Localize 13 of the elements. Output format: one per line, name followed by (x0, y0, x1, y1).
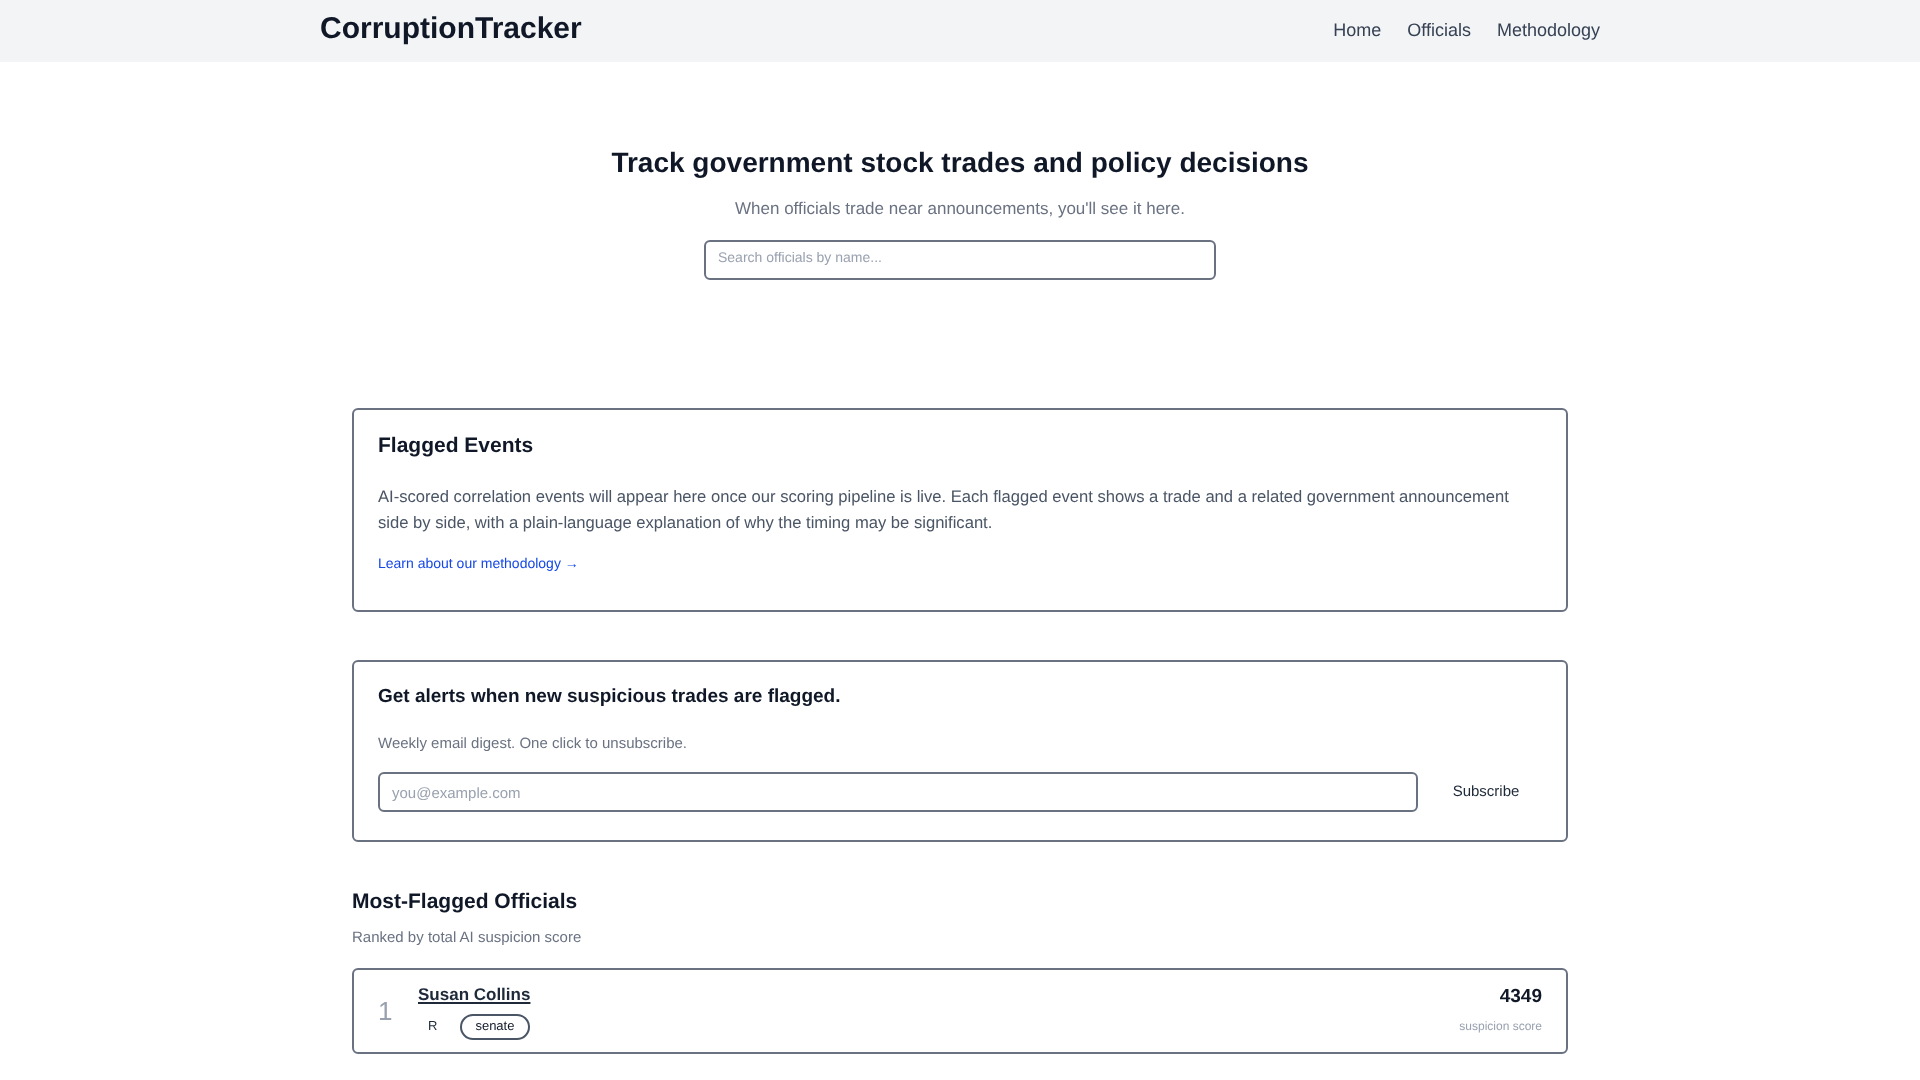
score-value: 4349 (1499, 984, 1542, 1013)
rank-number: 1 (378, 993, 395, 1030)
card-title: Get alerts when new suspicious trades are flagged. (378, 683, 843, 711)
nav-link[interactable]: Home (1333, 17, 1382, 45)
nav-link[interactable]: Methodology (1496, 17, 1600, 45)
hero-title: Track government stock trades and policy decisions (611, 144, 1309, 182)
section-title: Most-Flagged Officials (352, 888, 580, 918)
site-logo[interactable]: CorruptionTracker (320, 8, 582, 54)
hero-subtitle: When officials trade near announcements, you'll see it here. (735, 196, 1185, 222)
card-description: AI-scored correlation events will appear here once our scoring pipeline is live. Each flagged event shows a trade and a related government announcement side by side, with a plain-language explanation of why the timing may be significant. (378, 483, 1511, 535)
card-title: Flagged Events (378, 431, 536, 462)
nav-link[interactable]: Officials (1407, 17, 1471, 45)
official-name-link[interactable]: Susan Collins (418, 981, 531, 1007)
